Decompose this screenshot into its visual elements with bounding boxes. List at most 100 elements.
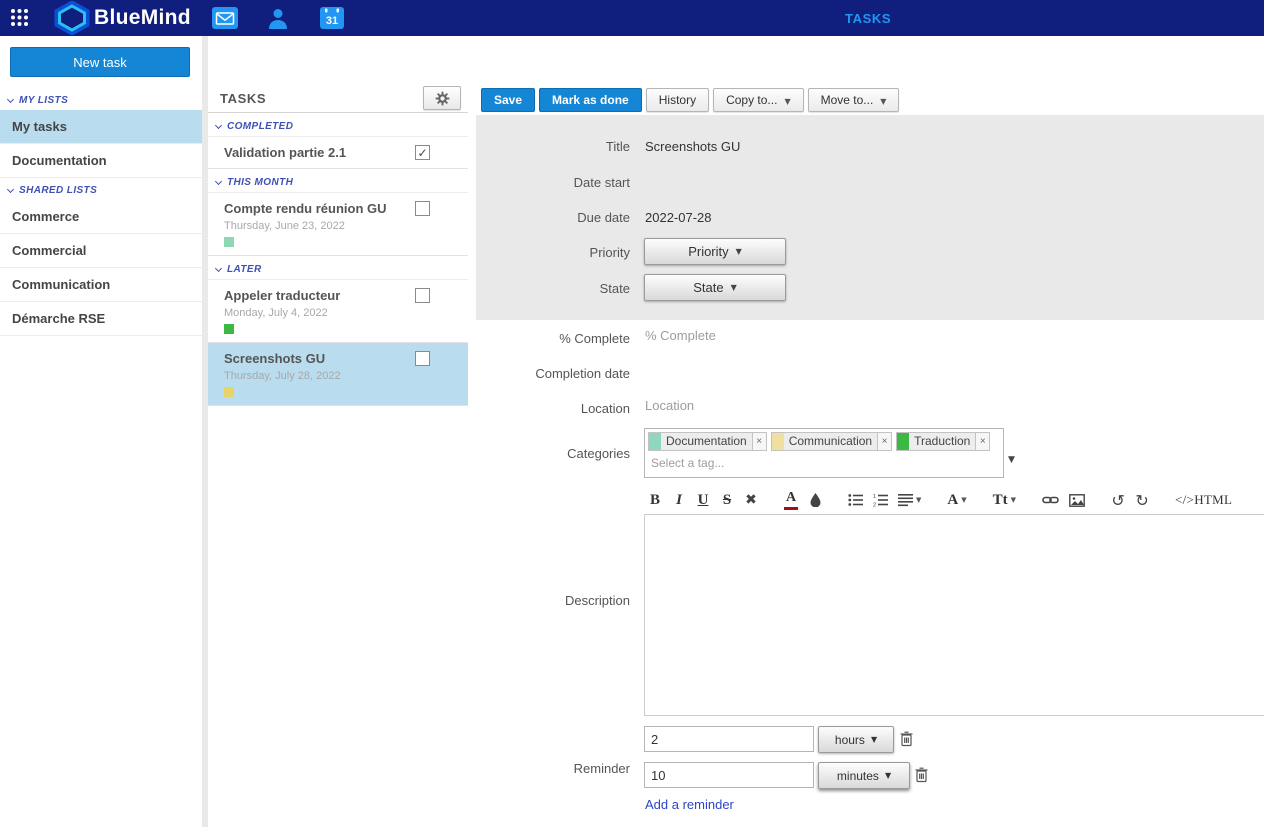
lists-nav: MY LISTS My tasks Documentation SHARED L…	[0, 88, 202, 336]
task-list-panel: TASKS COMPLETED Validation partie 2.1 ✓	[208, 36, 468, 827]
tag-chip-traduction[interactable]: Traduction ×	[896, 432, 990, 451]
state-dropdown[interactable]: State▼	[644, 274, 786, 301]
svg-text:2: 2	[873, 502, 876, 507]
location-input[interactable]	[645, 398, 865, 413]
image-icon	[1069, 494, 1085, 507]
brand-name[interactable]: BlueMind	[94, 6, 191, 30]
task-checkbox[interactable]	[415, 288, 430, 303]
history-button[interactable]: History	[646, 88, 709, 112]
task-list-header: TASKS	[208, 36, 468, 113]
date-start-label: Date start	[468, 175, 630, 190]
percent-complete-label: % Complete	[468, 331, 630, 346]
chevron-down-icon: ▼	[784, 97, 790, 106]
sidebar-item-demarche-rse[interactable]: Démarche RSE	[0, 302, 202, 336]
task-checkbox[interactable]	[415, 201, 430, 216]
remove-tag-icon[interactable]: ×	[752, 433, 766, 450]
delete-reminder-button[interactable]	[900, 731, 913, 752]
html-source-button[interactable]: </>HTML	[1175, 490, 1232, 510]
task-row-screenshots-gu[interactable]: Screenshots GU Thursday, July 28, 2022	[208, 343, 468, 406]
task-date: Thursday, June 23, 2022	[224, 220, 428, 232]
reminder-unit-dropdown[interactable]: minutes▼	[818, 762, 910, 789]
tag-chip-communication[interactable]: Communication ×	[771, 432, 892, 451]
sidebar-item-commerce[interactable]: Commerce	[0, 200, 202, 234]
trash-icon	[900, 731, 913, 747]
priority-dropdown[interactable]: Priority▼	[644, 238, 786, 265]
add-reminder-link[interactable]: Add a reminder	[645, 797, 734, 812]
task-checkbox[interactable]	[415, 351, 430, 366]
bullet-list-icon	[848, 493, 863, 507]
bluemind-logo-icon[interactable]	[54, 1, 90, 35]
highlight-color-button[interactable]	[808, 490, 822, 510]
reminder-unit-label: minutes	[837, 769, 879, 783]
task-title: Screenshots GU	[224, 351, 428, 366]
task-detail-panel: Save Mark as done History Copy to... ▼ Mo…	[468, 36, 1264, 827]
tag-label: Communication	[784, 433, 877, 450]
bold-button[interactable]: B	[648, 490, 662, 510]
strikethrough-button[interactable]: S	[720, 490, 734, 510]
contacts-icon[interactable]	[267, 7, 289, 29]
italic-button[interactable]: I	[672, 490, 686, 510]
task-title: Validation partie 2.1	[224, 145, 428, 160]
task-row-compte-rendu[interactable]: Compte rendu réunion GU Thursday, June 2…	[208, 193, 468, 256]
trash-icon	[915, 767, 928, 783]
insert-link-button[interactable]	[1042, 490, 1059, 510]
delete-reminder-button[interactable]	[915, 767, 928, 788]
tag-label: Traduction	[909, 433, 975, 450]
section-label: MY LISTS	[19, 95, 68, 106]
redo-button[interactable]: ↻	[1135, 490, 1149, 510]
save-button[interactable]: Save	[481, 88, 535, 112]
categories-tag-input[interactable]: Documentation × Communication × Traducti…	[644, 428, 1004, 478]
group-this-month[interactable]: THIS MONTH	[208, 169, 468, 193]
description-editor-area[interactable]	[644, 514, 1264, 716]
tag-chip-documentation[interactable]: Documentation ×	[648, 432, 767, 451]
task-row-appeler-traducteur[interactable]: Appeler traducteur Monday, July 4, 2022	[208, 280, 468, 343]
section-shared-lists[interactable]: SHARED LISTS	[0, 178, 202, 200]
copy-to-label: Copy to...	[726, 93, 777, 107]
remove-tag-icon[interactable]: ×	[877, 433, 891, 450]
task-checkbox[interactable]: ✓	[415, 145, 430, 160]
chevron-down-icon: ▼	[736, 247, 742, 256]
task-date: Monday, July 4, 2022	[224, 307, 428, 319]
sidebar-item-documentation[interactable]: Documentation	[0, 144, 202, 178]
section-my-lists[interactable]: MY LISTS	[0, 88, 202, 110]
undo-button[interactable]: ↺	[1111, 490, 1125, 510]
numbered-list-button[interactable]: 1 2	[873, 490, 888, 510]
list-settings-button[interactable]	[423, 86, 461, 110]
align-button[interactable]: ▼	[898, 490, 921, 510]
move-to-button[interactable]: Move to...▼	[808, 88, 900, 112]
calendar-icon[interactable]: 31	[320, 7, 344, 29]
group-completed[interactable]: COMPLETED	[208, 113, 468, 137]
clear-formatting-button[interactable]: ✖	[744, 490, 758, 510]
apps-grid-icon[interactable]	[10, 8, 29, 27]
title-value[interactable]: Screenshots GU	[645, 139, 740, 154]
sidebar-item-my-tasks[interactable]: My tasks	[0, 110, 202, 144]
font-family-button[interactable]: A ▼	[947, 490, 966, 510]
sidebar-item-communication[interactable]: Communication	[0, 268, 202, 302]
copy-to-button[interactable]: Copy to... ▼	[713, 88, 804, 112]
insert-image-button[interactable]	[1069, 490, 1085, 510]
due-date-label: Due date	[468, 210, 630, 225]
due-date-value[interactable]: 2022-07-28	[645, 210, 712, 225]
task-list-title: TASKS	[220, 91, 266, 106]
percent-complete-input[interactable]	[645, 328, 865, 343]
categories-dropdown-icon[interactable]: ▼	[1008, 455, 1015, 465]
mark-as-done-button[interactable]: Mark as done	[539, 88, 642, 112]
chevron-down-icon	[215, 177, 222, 184]
font-size-button[interactable]: Tt ▼	[993, 490, 1016, 510]
task-title: Appeler traducteur	[224, 288, 428, 303]
reminder-value-input[interactable]	[644, 762, 814, 788]
categories-label: Categories	[468, 446, 630, 461]
new-task-button[interactable]: New task	[10, 47, 190, 77]
group-later[interactable]: LATER	[208, 256, 468, 280]
underline-button[interactable]: U	[696, 490, 710, 510]
reminder-unit-dropdown[interactable]: hours▼	[818, 726, 894, 753]
mail-icon[interactable]	[212, 7, 238, 29]
reminder-value-input[interactable]	[644, 726, 814, 752]
task-row-validation[interactable]: Validation partie 2.1 ✓	[208, 137, 468, 169]
bullet-list-button[interactable]	[848, 490, 863, 510]
remove-tag-icon[interactable]: ×	[975, 433, 989, 450]
chevron-down-icon	[7, 95, 14, 102]
topbar: BlueMind 31 TASKS	[0, 0, 1264, 36]
font-color-button[interactable]: A	[784, 490, 798, 510]
sidebar-item-commercial[interactable]: Commercial	[0, 234, 202, 268]
